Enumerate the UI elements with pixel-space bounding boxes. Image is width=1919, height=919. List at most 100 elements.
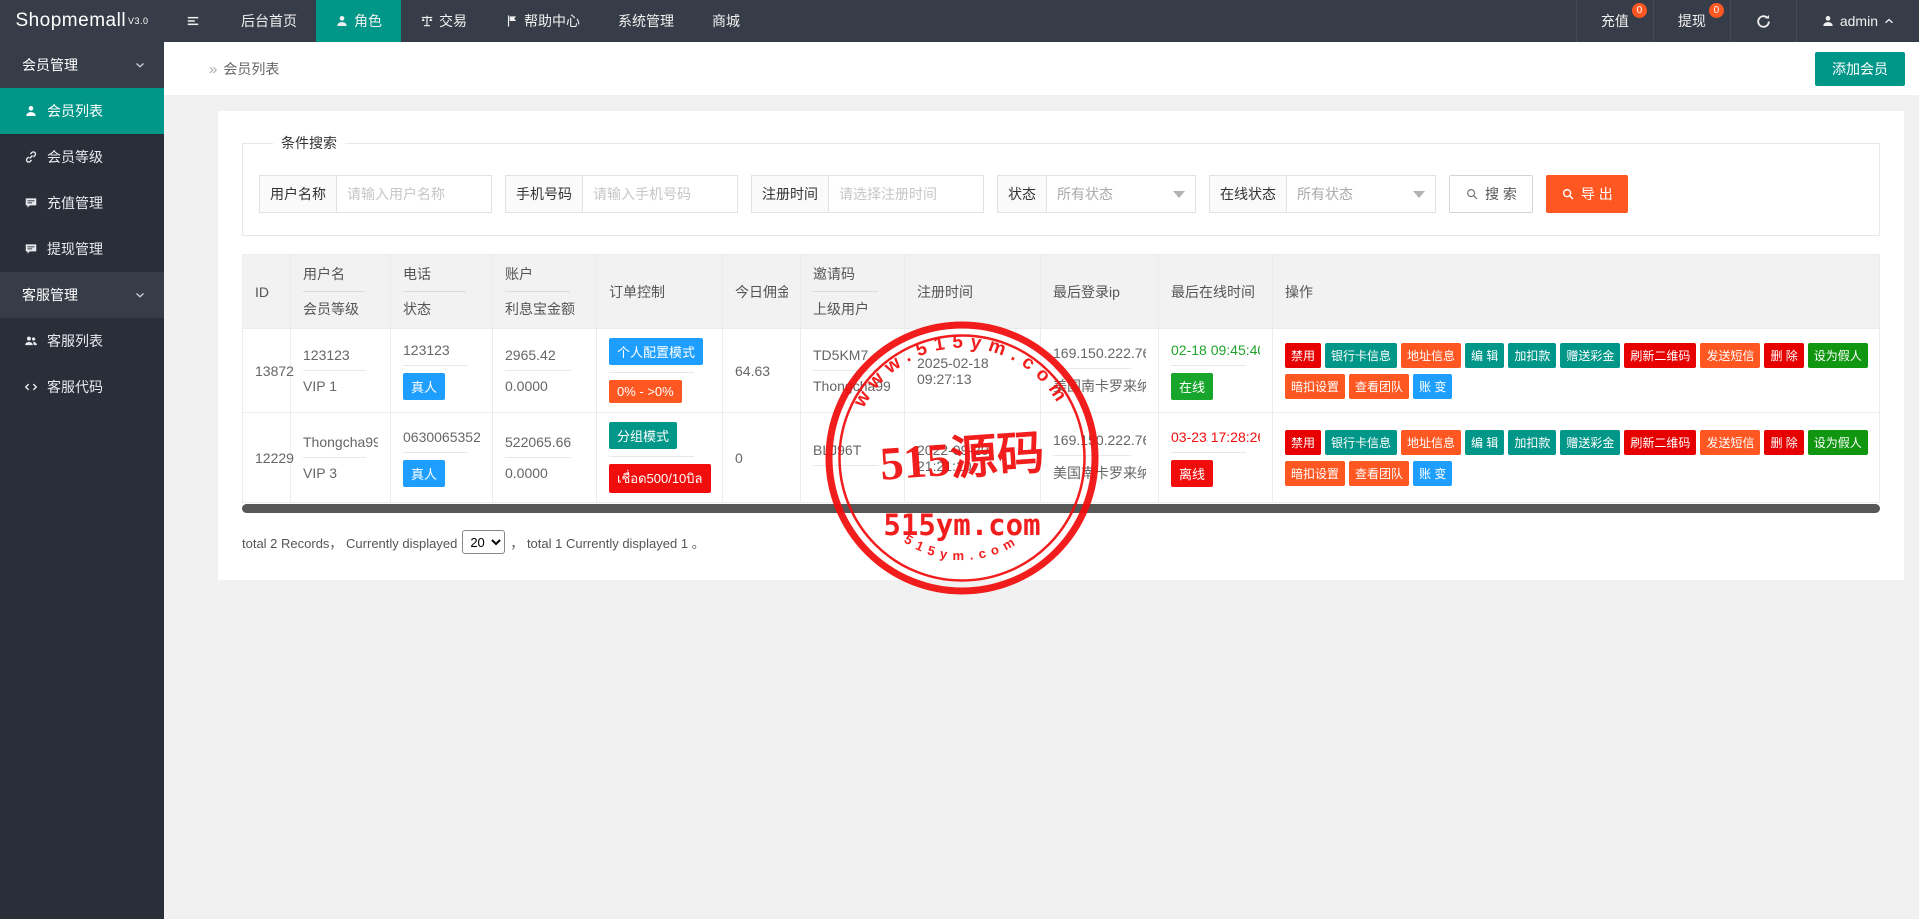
col-last-online: 最后在线时间 [1159,255,1273,329]
page-size-select[interactable]: 20 [462,530,505,554]
sidebar-group-service-management[interactable]: 客服管理 [0,272,164,318]
divider [303,291,365,292]
col-label: 电话 [403,264,480,284]
action-account-change-button[interactable]: 账 变 [1413,461,1452,486]
nav-item-trade[interactable]: 交易 [401,0,486,42]
cell-order-control: 分组模式 เชื่อด500/10บิล [597,413,723,503]
add-member-button[interactable]: 添加会员 [1815,52,1905,86]
action-edit-button[interactable]: 编 辑 [1465,343,1504,368]
action-address-info-button[interactable]: 地址信息 [1401,430,1461,455]
brand-name: Shopmemall [15,10,126,32]
action-bank-card-info-button[interactable]: 银行卡信息 [1325,430,1397,455]
cell-order-control: 个人配置模式 0% - >0% [597,329,723,413]
sidebar-group-member-management[interactable]: 会员管理 [0,42,164,88]
action-bank-card-info-button[interactable]: 银行卡信息 [1325,343,1397,368]
withdraw-count-badge: 0 [1709,3,1724,18]
status-select[interactable]: 所有状态 [1046,175,1196,213]
action-adjust-balance-button[interactable]: 加扣款 [1508,430,1556,455]
action-account-change-button[interactable]: 账 变 [1413,374,1452,399]
phone-value: 123123 [403,342,480,358]
regtime-input[interactable] [828,175,984,213]
phone-field-label: 手机号码 [505,175,582,213]
action-address-info-button[interactable]: 地址信息 [1401,343,1461,368]
sidebar-toggle-button[interactable] [164,0,222,42]
action-delete-button[interactable]: 删 除 [1764,343,1803,368]
cell-account: 522065.66 0.0000 [493,413,597,503]
action-refresh-qrcode-button[interactable]: 刷新二维码 [1624,343,1696,368]
search-icon [1465,187,1479,201]
action-delete-button[interactable]: 删 除 [1764,430,1803,455]
sidebar-item-recharge-management[interactable]: 充值管理 [0,180,164,226]
sidebar-item-service-list[interactable]: 客服列表 [0,318,164,364]
sidebar-item-member-level[interactable]: 会员等级 [0,134,164,180]
cell-invite: TD5KM7 Thongcha99 [801,329,905,413]
recharge-button[interactable]: 充值 0 [1576,0,1653,42]
phone-input[interactable] [582,175,738,213]
cell-username: Thongcha99 VIP 3 [291,413,391,503]
nav-item-help-center[interactable]: 帮助中心 [486,0,599,42]
divider [1171,365,1246,366]
nav-item-roles[interactable]: 角色 [316,0,401,42]
link-icon [24,150,38,164]
divider [609,456,694,457]
nav-item-label: 角色 [354,11,382,31]
last-online-time: 03-23 17:28:26 [1171,429,1260,445]
action-set-fake-button[interactable]: 设为假人 [1808,430,1868,455]
cell-commission: 64.63 [723,329,801,413]
users-icon [24,334,38,348]
action-refresh-qrcode-button[interactable]: 刷新二维码 [1624,430,1696,455]
nav-item-system[interactable]: 系统管理 [599,0,693,42]
action-set-fake-button[interactable]: 设为假人 [1808,343,1868,368]
navbar-menu: 后台首页 角色 交易 帮助中心 系统管理 商城 [164,0,759,42]
breadcrumb: »会员列表 [209,59,279,79]
action-hidden-deduct-button[interactable]: 暗扣设置 [1285,461,1345,486]
divider [1171,452,1246,453]
col-id: ID [243,255,291,329]
divider [403,365,468,366]
refresh-button[interactable] [1730,0,1796,42]
horizontal-scrollbar-thumb[interactable] [242,504,1880,513]
interest-value: 0.0000 [505,465,584,481]
online-status-badge: 在线 [1171,373,1213,400]
action-hidden-deduct-button[interactable]: 暗扣设置 [1285,374,1345,399]
search-button[interactable]: 搜 索 [1449,175,1533,213]
sidebar: 会员管理 会员列表 会员等级 充值管理 提现管理 客服管理 客服列表 客服代码 [0,42,164,919]
action-disable-button[interactable]: 禁用 [1285,430,1321,455]
recharge-label: 充值 [1601,11,1629,31]
member-list-card: 条件搜索 用户名称 手机号码 注册时间 状态 所有状态 [218,111,1904,580]
cell-account: 2965.42 0.0000 [493,329,597,413]
user-icon [1821,14,1835,28]
action-edit-button[interactable]: 编 辑 [1465,430,1504,455]
col-reg-time: 注册时间 [905,255,1041,329]
action-send-sms-button[interactable]: 发送短信 [1700,343,1760,368]
ip-value: 169.150.222.76 [1053,432,1146,448]
search-panel: 条件搜索 用户名称 手机号码 注册时间 状态 所有状态 [242,133,1880,236]
cell-commission: 0 [723,413,801,503]
withdraw-button[interactable]: 提现 0 [1653,0,1730,42]
action-gift-bonus-button[interactable]: 赠送彩金 [1560,343,1620,368]
divider [303,457,366,458]
action-gift-bonus-button[interactable]: 赠送彩金 [1560,430,1620,455]
col-label: 上级用户 [813,299,892,319]
sidebar-item-member-list[interactable]: 会员列表 [0,88,164,134]
col-label: ID [255,284,278,300]
action-view-team-button[interactable]: 查看团队 [1349,374,1409,399]
sidebar-item-withdraw-management[interactable]: 提现管理 [0,226,164,272]
username-input[interactable] [336,175,492,213]
action-send-sms-button[interactable]: 发送短信 [1700,430,1760,455]
action-view-team-button[interactable]: 查看团队 [1349,461,1409,486]
action-disable-button[interactable]: 禁用 [1285,343,1321,368]
sidebar-item-service-code[interactable]: 客服代码 [0,364,164,410]
action-adjust-balance-button[interactable]: 加扣款 [1508,343,1556,368]
nav-item-dashboard[interactable]: 后台首页 [222,0,316,42]
actions-line: 暗扣设置 查看团队 账 变 [1285,374,1867,399]
status-select-value: 所有状态 [1057,184,1113,204]
online-status-select[interactable]: 所有状态 [1286,175,1436,213]
nav-item-mall[interactable]: 商城 [693,0,759,42]
cell-last-ip: 169.150.222.76 美国南卡罗来纳州 [1041,413,1159,503]
user-menu[interactable]: admin [1796,0,1919,42]
nav-item-label: 系统管理 [618,11,674,31]
export-button[interactable]: 导 出 [1546,175,1628,213]
divider [505,370,571,371]
order-mode-badge: 分组模式 [609,422,677,449]
